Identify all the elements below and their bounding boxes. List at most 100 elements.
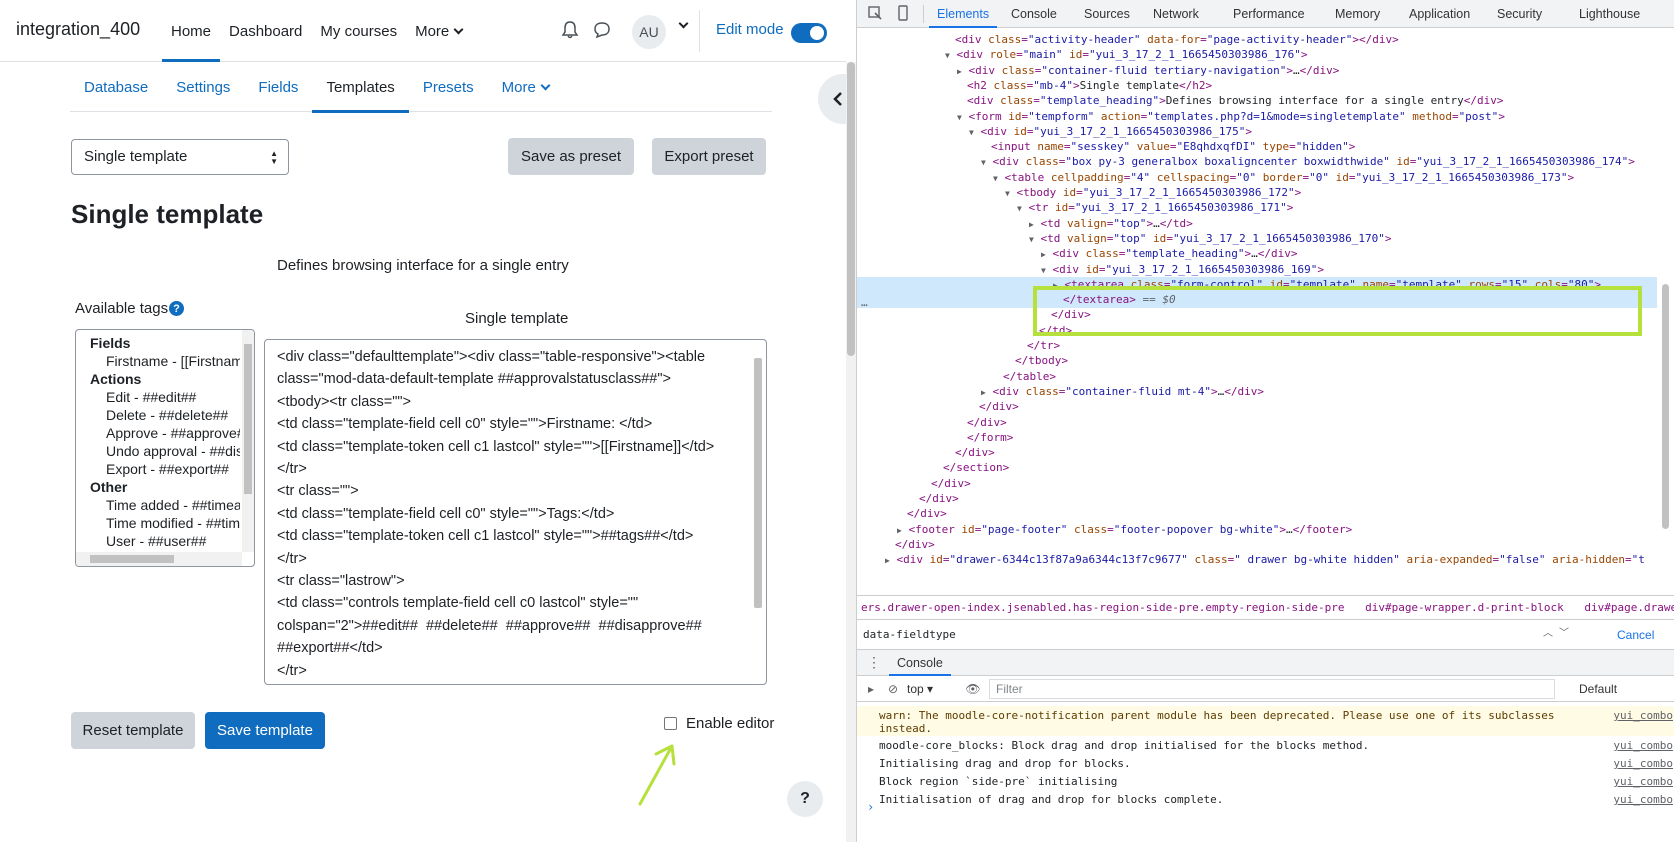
dom-node[interactable]: ▶ <td valign="top">…</td> [857, 216, 1193, 232]
dom-node[interactable]: <input name="sesskey" value="E8qhdxqfDI"… [857, 139, 1355, 155]
console-drawer-tab[interactable]: Console [889, 650, 951, 676]
context-selector[interactable]: top ▾ [907, 682, 933, 696]
page-scrollbar[interactable] [846, 62, 856, 842]
help-button[interactable]: ? [787, 781, 823, 817]
dom-node[interactable]: ▶ <div class="container-fluid tertiary-n… [857, 63, 1339, 79]
devtools-tab-network[interactable]: Network [1153, 0, 1199, 28]
console-source-link[interactable]: yui_combo [1613, 709, 1673, 722]
tag-item[interactable]: Time modified - ##timemodified## [90, 514, 240, 532]
console-prompt-icon[interactable]: › [867, 800, 874, 814]
nav-more[interactable]: More [406, 0, 471, 62]
devtools-tab-application[interactable]: Application [1409, 0, 1470, 28]
clear-console-icon[interactable]: ⊘ [885, 681, 901, 697]
save-as-preset-button[interactable]: Save as preset [508, 138, 634, 175]
dom-node[interactable]: </div> [857, 399, 1019, 415]
template-type-select[interactable]: Single template ▲ ▼ [71, 139, 289, 175]
dom-node[interactable]: ▶ <div class="container-fluid mt-4">…</d… [857, 384, 1264, 400]
expand-toggle-icon[interactable]: ▼ [1005, 189, 1010, 198]
dom-node[interactable]: ▼ <div id="yui_3_17_2_1_1665450303986_16… [857, 262, 1324, 278]
expand-toggle-icon[interactable]: ▼ [969, 128, 974, 137]
dom-node[interactable]: </div> [857, 307, 1091, 323]
expand-toggle-icon[interactable]: ▼ [957, 113, 962, 122]
expand-toggle-icon[interactable]: ▼ [1017, 204, 1022, 213]
console-source-link[interactable]: yui_combo [1613, 793, 1673, 806]
available-tags-list[interactable]: FieldsFirstname - [[Firstname]]ActionsEd… [75, 329, 255, 567]
template-textarea[interactable]: <div class="defaulttemplate"><div class=… [264, 339, 767, 685]
devtools-tab-sources[interactable]: Sources [1084, 0, 1130, 28]
expand-toggle-icon[interactable]: ▶ [957, 67, 962, 76]
devtools-tab-security[interactable]: Security [1497, 0, 1542, 28]
scrollbar-thumb[interactable] [847, 62, 855, 356]
devtools-tab-console[interactable]: Console [1011, 0, 1057, 28]
dom-node[interactable]: </div> [857, 537, 935, 553]
dom-node-selected[interactable]: </textarea> == $0 [857, 292, 1657, 309]
tag-item[interactable]: User - ##user## [90, 532, 240, 550]
elements-search-input[interactable]: data-fieldtype [863, 625, 1543, 645]
dom-node[interactable]: </div> [857, 415, 1007, 431]
tag-item[interactable]: Firstname - [[Firstname]] [90, 352, 240, 370]
messages-icon[interactable] [592, 20, 612, 40]
dom-node[interactable]: ▼ <tr id="yui_3_17_2_1_1665450303986_171… [857, 200, 1293, 216]
expand-toggle-icon[interactable]: ▼ [981, 158, 986, 167]
tab-settings[interactable]: Settings [162, 62, 244, 112]
help-icon[interactable]: ? [169, 301, 184, 316]
device-toolbar-icon[interactable] [895, 5, 911, 21]
search-prev-next-icons[interactable]: ︿ ﹀ [1543, 624, 1569, 639]
tab-presets[interactable]: Presets [409, 62, 488, 112]
log-levels-dropdown[interactable]: Default [1579, 682, 1617, 696]
expand-toggle-icon[interactable]: ▶ [981, 388, 986, 397]
expand-toggle-icon[interactable]: ▶ [885, 556, 890, 565]
dom-node[interactable]: ▼ <form id="tempform" action="templates.… [857, 109, 1505, 125]
dom-node[interactable]: </tbody> [857, 353, 1068, 369]
breadcrumb-item[interactable]: ers.drawer-open-index.jsenabled.has-regi… [861, 601, 1344, 614]
export-preset-button[interactable]: Export preset [652, 138, 766, 175]
expand-toggle-icon[interactable]: ▼ [993, 174, 998, 183]
tag-item[interactable]: Export - ##export## [90, 460, 240, 478]
expand-toggle-icon[interactable]: ▶ [897, 526, 902, 535]
tab-templates[interactable]: Templates [312, 62, 410, 113]
dom-node[interactable]: </div> [857, 506, 947, 522]
expand-toggle-icon[interactable]: ▶ [1029, 220, 1034, 229]
dom-node[interactable]: ▶ <footer id="page-footer" class="footer… [857, 522, 1352, 538]
devtools-tab-elements[interactable]: Elements [928, 0, 998, 28]
dom-tree-scrollbar[interactable] [1659, 28, 1671, 595]
dom-node[interactable]: ▼ <div role="main" id="yui_3_17_2_1_1665… [857, 47, 1308, 63]
dom-node[interactable]: ▶ <div id="drawer-6344c13f87a9a6344c13f7… [857, 552, 1645, 568]
dom-node[interactable]: </section> [857, 460, 1009, 476]
nav-home[interactable]: Home [162, 0, 221, 62]
scrollbar-thumb[interactable] [1662, 284, 1669, 529]
user-menu-chevron-icon[interactable] [678, 18, 689, 29]
tag-item[interactable]: Delete - ##delete## [90, 406, 240, 424]
textarea-scrollbar[interactable] [752, 344, 764, 678]
enable-editor-option[interactable]: Enable editor [664, 715, 774, 732]
tab-database[interactable]: Database [70, 62, 162, 112]
tags-horizontal-scrollbar[interactable] [76, 552, 242, 566]
console-filter-input[interactable]: Filter [989, 679, 1555, 699]
scrollbar-thumb[interactable] [90, 555, 174, 563]
expand-toggle-icon[interactable]: ▼ [945, 51, 950, 60]
search-cancel-button[interactable]: Cancel [1617, 625, 1654, 645]
reset-template-button[interactable]: Reset template [71, 712, 195, 749]
console-source-link[interactable]: yui_combo [1613, 739, 1673, 752]
dom-node-selected[interactable]: ▶ <textarea class="form-control" id="tem… [857, 276, 1657, 293]
devtools-tab-memory[interactable]: Memory [1335, 0, 1380, 28]
tag-item[interactable]: Undo approval - ##disapprove## [90, 442, 240, 460]
tag-item[interactable]: Approve - ##approve## [90, 424, 240, 442]
tag-item[interactable]: Time added - ##timeadded## [90, 496, 240, 514]
breadcrumb-item[interactable]: div#page-wrapper.d-print-block [1365, 601, 1564, 614]
avatar[interactable]: AU [632, 15, 666, 49]
expand-toggle-icon[interactable]: ▼ [1041, 266, 1046, 275]
dom-node[interactable]: ▼ <div id="yui_3_17_2_1_1665450303986_17… [857, 124, 1252, 140]
inspect-element-icon[interactable] [867, 5, 883, 21]
scrollbar-thumb[interactable] [244, 344, 252, 494]
nav-dashboard[interactable]: Dashboard [220, 0, 311, 62]
dom-node[interactable]: ▼ <tbody id="yui_3_17_2_1_1665450303986_… [857, 185, 1301, 201]
tags-vertical-scrollbar[interactable] [242, 330, 254, 552]
nav-my-courses[interactable]: My courses [311, 0, 406, 62]
sidebar-toggle-icon[interactable]: ▸ [863, 681, 879, 697]
dom-node[interactable]: </td> [857, 323, 1072, 339]
dom-node[interactable]: </tr> [857, 338, 1060, 354]
expand-toggle-icon[interactable]: ▼ [1029, 235, 1034, 244]
devtools-tab-lighthouse[interactable]: Lighthouse [1579, 0, 1640, 28]
expand-toggle-icon[interactable]: ▶ [1041, 250, 1046, 259]
